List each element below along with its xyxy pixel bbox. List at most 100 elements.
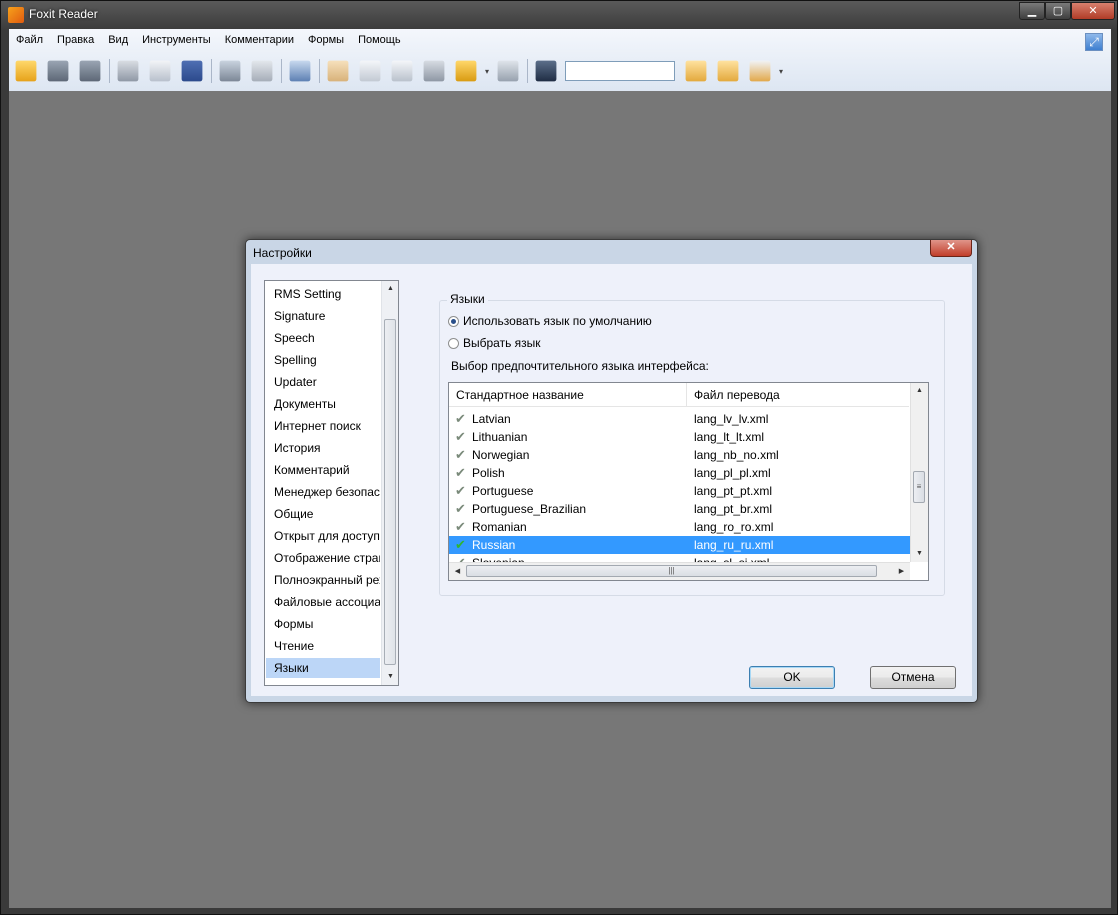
category-item[interactable]: Updater [266,372,380,392]
category-item[interactable]: Чтение [266,636,380,656]
table-row[interactable]: ✔ Portuguese lang_pt_pt.xml [449,482,910,500]
dialog-title: Настройки [253,246,312,260]
radio-choose-language[interactable] [448,338,459,349]
menu-item-0[interactable]: Файл [9,32,50,50]
foxit-logo-icon [8,7,24,23]
category-item[interactable]: Открыт для доступа [266,526,380,546]
open-folder-icon[interactable] [15,60,37,82]
fullscreen-icon[interactable] [219,60,241,82]
table-row[interactable]: ✔ Portuguese_Brazilian lang_pt_br.xml [449,500,910,518]
language-file: lang_ru_ru.xml [694,538,774,552]
category-item[interactable]: Spelling [266,350,380,370]
radio-default-language[interactable] [448,316,459,327]
scroll-up-icon[interactable]: ▲ [911,383,928,399]
facebook-icon[interactable] [181,60,203,82]
language-file: lang_pl_pl.xml [694,466,771,480]
email-icon[interactable] [149,60,171,82]
rms-lock-icon[interactable] [455,60,477,82]
category-item[interactable]: RMS Setting [266,284,380,304]
radio-choose-language-label[interactable]: Выбрать язык [463,336,541,350]
snapshot-camera-icon[interactable] [423,60,445,82]
category-item[interactable]: Signature [266,306,380,326]
text-select-icon[interactable] [391,60,413,82]
find-prev-icon[interactable] [685,60,707,82]
find-input[interactable] [565,61,675,81]
language-name: Russian [472,538,516,552]
snapshot-icon[interactable] [289,60,311,82]
language-name: Portuguese_Brazilian [472,502,587,516]
table-row[interactable]: ✔ Lithuanian lang_lt_lt.xml [449,428,910,446]
category-item[interactable]: Полноэкранный режим [266,570,380,590]
find-next-icon[interactable] [717,60,739,82]
save-icon[interactable] [47,60,69,82]
ok-button[interactable]: OK [749,666,835,689]
toolbar: ▾ ▾ [13,56,789,86]
table-horizontal-scrollbar[interactable]: ◀ ||| ▶ [449,562,910,580]
scroll-thumb[interactable]: ≡ [913,471,925,503]
menu-item-4[interactable]: Комментарии [218,32,301,50]
find-binoculars-icon[interactable] [535,60,557,82]
dropdown-arrow-icon[interactable]: ▾ [485,67,491,76]
table-vertical-scrollbar[interactable]: ▲ ≡ ▼ [910,383,928,562]
save-as-icon[interactable] [79,60,101,82]
language-file: lang_pt_br.xml [694,502,773,516]
menu-item-3[interactable]: Инструменты [135,32,218,50]
minimize-button[interactable]: ▁ [1019,2,1045,20]
select-tool-icon[interactable] [359,60,381,82]
dialog-close-button[interactable]: ✕ [930,240,972,257]
menu-item-5[interactable]: Формы [301,32,351,50]
category-item[interactable]: Языки [266,658,380,678]
category-item[interactable]: Комментарий [266,460,380,480]
category-item[interactable]: История [266,438,380,458]
menu-item-1[interactable]: Правка [50,32,101,50]
hand-tool-icon[interactable] [327,60,349,82]
close-button[interactable]: ✕ [1071,2,1115,20]
language-table[interactable]: Стандартное название Файл перевода ✔ Latv… [448,382,929,581]
dropdown-arrow-icon[interactable]: ▾ [779,67,785,76]
column-header-file[interactable]: Файл перевода [687,383,909,407]
category-item[interactable]: Файловые ассоциации [266,592,380,612]
language-file: lang_ro_ro.xml [694,520,774,534]
scroll-thumb[interactable] [384,319,396,665]
category-item[interactable]: Документы [266,394,380,414]
signature-pen-icon[interactable] [497,60,519,82]
category-item[interactable]: Менеджер безопасности [266,482,380,502]
category-list[interactable]: RMS Setting Signature Speech Spelling Update… [264,280,399,686]
print-icon[interactable] [117,60,139,82]
menu-item-2[interactable]: Вид [101,32,135,50]
category-item[interactable]: Общие [266,504,380,524]
scroll-up-icon[interactable]: ▲ [382,281,398,297]
cancel-button[interactable]: Отмена [870,666,956,689]
menu-item-6[interactable]: Помощь [351,32,408,50]
toolbar-separator [527,59,528,83]
scroll-down-icon[interactable]: ▼ [911,546,928,562]
checkmark-icon: ✔ [455,429,466,444]
maximize-button[interactable]: ▢ [1045,2,1071,20]
table-row[interactable]: ✔ Russian lang_ru_ru.xml [449,536,910,554]
scroll-right-icon[interactable]: ▶ [893,563,910,580]
expand-icon[interactable]: ⤢ [1085,33,1103,51]
title-bar[interactable]: Foxit Reader ▁ ▢ ✕ [1,1,1117,29]
language-name: Norwegian [472,448,530,462]
column-header-name[interactable]: Стандартное название [449,383,687,407]
language-name: Portuguese [472,484,534,498]
category-item[interactable]: Формы [266,614,380,634]
search-options-icon[interactable] [749,60,771,82]
checkmark-icon: ✔ [455,501,466,516]
spellcheck-icon[interactable] [251,60,273,82]
table-row[interactable]: ✔ Polish lang_pl_pl.xml [449,464,910,482]
scroll-thumb[interactable]: ||| [466,565,877,577]
table-row[interactable]: ✔ Norwegian lang_nb_no.xml [449,446,910,464]
table-row[interactable]: ✔ Latvian lang_lv_lv.xml [449,410,910,428]
category-scrollbar[interactable]: ▲ ▼ [381,281,398,685]
toolbar-separator [211,59,212,83]
checkmark-icon: ✔ [455,411,466,426]
scroll-down-icon[interactable]: ▼ [382,669,398,685]
scroll-left-icon[interactable]: ◀ [449,563,466,580]
category-item[interactable]: Speech [266,328,380,348]
category-item[interactable]: Отображение страницы [266,548,380,568]
checkmark-icon: ✔ [455,519,466,534]
table-row[interactable]: ✔ Romanian lang_ro_ro.xml [449,518,910,536]
radio-default-language-label[interactable]: Использовать язык по умолчанию [463,314,652,328]
category-item[interactable]: Интернет поиск [266,416,380,436]
